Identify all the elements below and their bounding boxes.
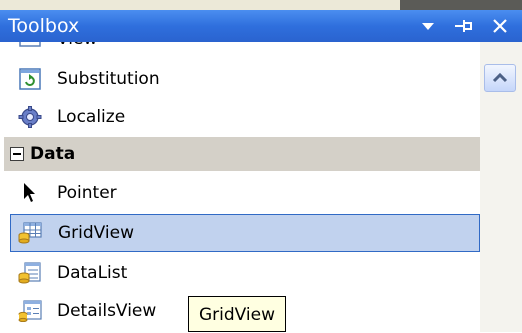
list-item-label: GridView — [58, 223, 135, 243]
list-item-label: Pointer — [57, 183, 117, 203]
list-item-pointer[interactable]: Pointer — [10, 174, 480, 212]
background-strip — [0, 0, 522, 10]
title-bar: Toolbox — [0, 10, 522, 42]
auto-hide-button[interactable] — [450, 10, 478, 42]
close-icon — [493, 19, 507, 33]
toolbox-list-data: Pointer GridView DataList DetailsView — [10, 42, 480, 332]
toolbox-window: Toolbox Substitution Localize Data Point… — [0, 10, 522, 332]
dropdown-arrow-icon — [422, 23, 434, 30]
pointer-icon — [24, 183, 35, 202]
list-item-datalist[interactable]: DataList — [10, 254, 480, 292]
scroll-up-button[interactable] — [484, 64, 516, 92]
gridview-icon — [18, 222, 42, 244]
window-title: Toolbox — [8, 15, 80, 37]
list-item-label: DetailsView — [57, 301, 157, 321]
window-position-button[interactable] — [414, 10, 442, 42]
pin-icon — [455, 20, 472, 32]
chevron-up-icon — [492, 72, 508, 83]
list-item-gridview[interactable]: GridView — [10, 214, 480, 252]
datalist-icon — [18, 262, 41, 284]
detailsview-icon — [18, 300, 42, 322]
background-dark-area — [400, 0, 522, 10]
toolbox-content: View Substitution — [0, 42, 522, 332]
close-button[interactable] — [486, 10, 514, 42]
tooltip: GridView — [188, 296, 287, 332]
list-item-label: DataList — [57, 263, 128, 283]
